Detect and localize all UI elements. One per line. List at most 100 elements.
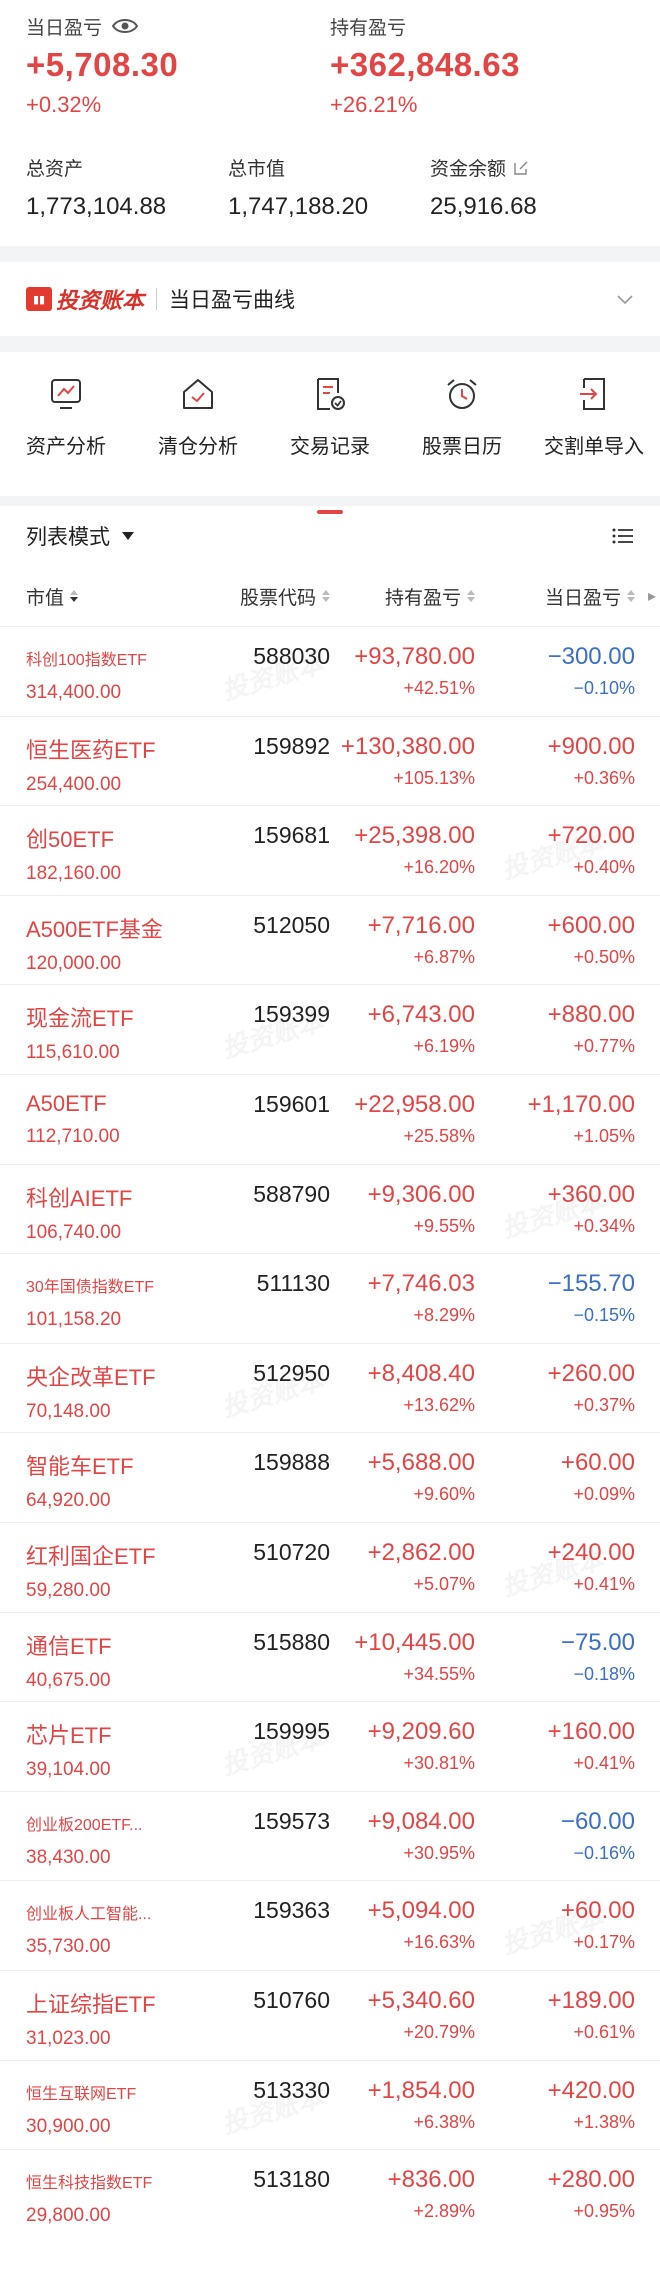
hold-pl-percent: +6.38% (413, 2111, 475, 2132)
market-value: 101,158.20 (26, 1309, 122, 1331)
table-row[interactable]: 恒生互联网ETF 30,900.00 513330 +1,854.00 +6.38% +4… (0, 2059, 660, 2150)
market-value: 38,430.00 (26, 1846, 111, 1868)
market-value: 115,610.00 (26, 1042, 120, 1064)
document-check-icon (317, 378, 345, 410)
today-pl-percent: +0.37% (573, 1394, 635, 1415)
today-pl-percent: +0.77% (573, 1036, 635, 1057)
stock-code: 159892 (253, 732, 330, 759)
market-value: 59,280.00 (26, 1579, 111, 1601)
col-market-value-label: 市值 (26, 587, 65, 609)
today-pl-amount: +60.00 (560, 1897, 635, 1925)
table-row[interactable]: 现金流ETF 115,610.00 159399 +6,743.00 +6.19% +88… (0, 984, 660, 1074)
hold-pl-percent: +16.20% (403, 857, 475, 878)
hold-pl-percent: +16.63% (403, 1932, 475, 1953)
eye-icon[interactable] (112, 17, 139, 35)
col-code-label: 股票代码 (239, 587, 316, 609)
fund-name: 科创AIETF (26, 1185, 133, 1211)
hold-pl-percent: +30.81% (403, 1753, 475, 1774)
caret-down-icon (122, 532, 134, 540)
today-pl-percent: +0.41% (573, 1753, 635, 1774)
hold-pl-amount: +5,094.00 (367, 1897, 475, 1925)
table-row[interactable]: 创业板人工智能... 35,730.00 159363 +5,094.00 +16.63… (0, 1880, 660, 1970)
account-summary: 当日盈亏 +5,708.30 +0.32% 持有盈亏 +362,848.63 +… (0, 0, 660, 246)
more-columns-icon[interactable]: ▸ (648, 586, 656, 606)
tool-grid: 资产分析 清仓分析 交易记录 股票日历 交割单导入 (0, 352, 660, 514)
tool-clearance-analysis[interactable]: 清仓分析 (132, 376, 264, 496)
fund-name: 30年国债指数ETF (26, 1279, 155, 1297)
import-arrow-icon (580, 378, 605, 410)
alarm-clock-icon (447, 379, 477, 409)
fund-name: 通信ETF (26, 1633, 112, 1659)
table-row[interactable]: 红利国企ETF 59,280.00 510720 +2,862.00 +5.07% +24… (0, 1521, 660, 1612)
table-row[interactable]: A500ETF基金 120,000.00 512050 +7,716.00 +6.87%… (0, 894, 660, 985)
today-pl-percent: +1.05% (573, 1125, 635, 1146)
col-market-value[interactable]: 市值 (0, 583, 200, 610)
tool-trade-records[interactable]: 交易记录 (264, 376, 396, 514)
hold-pl-percent: +6.19% (413, 1036, 475, 1057)
daily-pl-curve-bar[interactable]: ▮▮ 投资账本 当日盈亏曲线 (0, 262, 660, 336)
hold-pl-amount: +93,780.00 (354, 643, 475, 670)
today-pl-percent: +0.50% (573, 946, 635, 967)
tool-stock-calendar[interactable]: 股票日历 (396, 376, 528, 496)
list-mode-dropdown[interactable]: 列表模式 (26, 521, 612, 551)
chevron-down-icon[interactable] (616, 290, 634, 308)
cash-label: 资金余额 (430, 159, 507, 180)
today-pl-amount: +360.00 (547, 1180, 635, 1208)
stock-code: 159681 (253, 822, 330, 849)
stock-code: 159363 (253, 1897, 330, 1924)
table-row[interactable]: 通信ETF 40,675.00 515880 +10,445.00 +34.55% −75… (0, 1611, 660, 1702)
table-row[interactable]: 创50ETF 182,160.00 159681 +25,398.00 +16.20% +… (0, 805, 660, 895)
stock-code: 159888 (253, 1449, 330, 1476)
stock-code: 512050 (253, 911, 330, 938)
col-today-pl[interactable]: 当日盈亏 (475, 583, 635, 610)
table-row[interactable]: A50ETF 112,710.00 159601 +22,958.00 +25.58% +… (0, 1073, 660, 1164)
hold-pl-amount: +1,854.00 (367, 2076, 475, 2104)
hold-pl-percent: +20.79% (403, 2021, 475, 2042)
hold-pl-amount: +8,408.40 (367, 1359, 475, 1387)
fund-name: 上证综指ETF (26, 1991, 156, 2017)
table-row[interactable]: 上证综指ETF 31,023.00 510760 +5,340.60 +20.79% +1… (0, 1969, 660, 2060)
edit-icon[interactable] (514, 161, 528, 175)
tool-asset-analysis[interactable]: 资产分析 (0, 376, 132, 496)
table-row[interactable]: 智能车ETF 64,920.00 159888 +5,688.00 +9.60% +60.… (0, 1432, 660, 1522)
stock-code: 588790 (253, 1180, 330, 1207)
stock-code: 510760 (253, 1986, 330, 2013)
hold-pl-amount: +130,380.00 (340, 732, 475, 760)
fund-name: A500ETF基金 (26, 916, 163, 942)
table-row[interactable]: 央企改革ETF 70,148.00 512950 +8,408.40 +13.62% +2… (0, 1342, 660, 1433)
market-value-label: 总市值 (228, 159, 286, 180)
col-code[interactable]: 股票代码 (200, 583, 330, 610)
today-pl-amount: +720.00 (547, 822, 635, 850)
market-value: 254,400.00 (26, 773, 122, 795)
cash-block[interactable]: 资金余额 25,916.68 (430, 154, 632, 221)
chart-monitor-icon (51, 379, 81, 409)
stock-code: 513330 (253, 2076, 330, 2103)
today-pl-amount: +240.00 (547, 1538, 635, 1566)
table-row[interactable]: 科创100指数ETF 314,400.00 588030 +93,780.00 +42.… (0, 626, 660, 716)
today-pl-pct: +0.32% (26, 92, 102, 117)
hold-pl-percent: +42.51% (403, 678, 475, 698)
market-value: 314,400.00 (26, 682, 122, 703)
table-row[interactable]: 恒生医药ETF 254,400.00 159892 +130,380.00 +105.1… (0, 715, 660, 806)
col-hold-pl[interactable]: 持有盈亏 (330, 583, 475, 610)
list-menu-icon[interactable] (612, 527, 634, 545)
table-row[interactable]: 恒生科技指数ETF 29,800.00 513180 +836.00 +2.89% +28… (0, 2149, 660, 2239)
table-row[interactable]: 芯片ETF 39,104.00 159995 +9,209.60 +30.81% +160… (0, 1701, 660, 1791)
today-pl-percent: +0.36% (573, 767, 635, 788)
today-pl-percent: +0.41% (573, 1573, 635, 1594)
tool-label: 股票日历 (422, 436, 502, 458)
market-value: 35,730.00 (26, 1936, 111, 1958)
today-pl-amount: −300.00 (547, 643, 635, 670)
hold-pl-amount: +5,688.00 (367, 1449, 475, 1477)
holdings-list: 列表模式 市值 股票代码 持有盈亏 当日盈亏 ▸ 科创100指数ETF 314,4… (0, 506, 660, 2270)
fund-name: 芯片ETF (26, 1723, 112, 1749)
table-row[interactable]: 30年国债指数ETF 101,158.20 511130 +7,746.03 +8.29… (0, 1253, 660, 1343)
table-row[interactable]: 科创AIETF 106,740.00 588790 +9,306.00 +9.55% +3… (0, 1163, 660, 1254)
market-value: 182,160.00 (26, 863, 122, 885)
stock-code: 159995 (253, 1718, 330, 1745)
tool-import-statement[interactable]: 交割单导入 (528, 376, 660, 496)
today-pl-block: 当日盈亏 +5,708.30 +0.32% (26, 14, 330, 118)
market-value: 39,104.00 (26, 1759, 111, 1781)
table-row[interactable]: 创业板200ETF... 38,430.00 159573 +9,084.00 +30.… (0, 1790, 660, 1881)
hold-pl-percent: +13.62% (403, 1394, 475, 1415)
